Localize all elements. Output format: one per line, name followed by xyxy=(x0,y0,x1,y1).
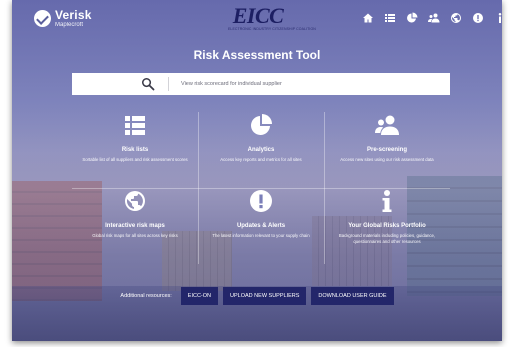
tile-analytics[interactable]: Analytics Access key reports and metrics… xyxy=(198,112,324,188)
checkmark-icon xyxy=(34,10,51,27)
info-icon[interactable] xyxy=(492,10,502,26)
search-input[interactable] xyxy=(181,81,401,87)
brand-tagline: ELECTRONIC INDUSTRY CITIZENSHIP COALITIO… xyxy=(228,27,316,31)
globe-icon[interactable] xyxy=(448,10,464,26)
brand-name: EICC xyxy=(232,3,284,28)
tile-risk-lists[interactable]: Risk lists Sortable list of all supplier… xyxy=(72,112,198,188)
eicc-on-button[interactable]: EICC-ON xyxy=(180,287,219,305)
verisk-logo[interactable]: Verisk Maplecroft xyxy=(34,9,92,28)
globe-icon xyxy=(72,188,198,214)
users-icon xyxy=(324,112,450,138)
resources-label: Additional resources: xyxy=(120,293,172,299)
top-nav xyxy=(360,10,502,26)
users-icon[interactable] xyxy=(426,10,442,26)
search-bar[interactable] xyxy=(72,73,450,95)
tile-description: Access new sites using our risk assessme… xyxy=(340,157,434,162)
additional-resources: Additional resources: EICC-ON UPLOAD NEW… xyxy=(12,287,502,305)
page-title: Risk Assessment Tool xyxy=(193,48,321,62)
logo-name: Verisk xyxy=(55,8,92,22)
tile-description: Access key reports and metrics for all s… xyxy=(220,157,302,162)
home-icon[interactable] xyxy=(360,10,376,26)
tile-title: Your Global Risks Portfolio xyxy=(348,223,426,229)
list-icon[interactable] xyxy=(382,10,398,26)
tile-title: Risk lists xyxy=(121,147,149,153)
pie-chart-icon xyxy=(198,112,324,138)
download-user-guide-button[interactable]: DOWNLOAD USER GUIDE xyxy=(311,287,394,305)
tile-interactive-risk-maps[interactable]: Interactive risk maps Global risk maps f… xyxy=(72,188,198,264)
alert-icon xyxy=(198,188,324,214)
tile-description: Background materials including policies,… xyxy=(338,233,436,244)
info-icon xyxy=(324,188,450,214)
pie-chart-icon[interactable] xyxy=(404,10,420,26)
tile-pre-screening[interactable]: Pre-screening Access new sites using our… xyxy=(324,112,450,188)
tile-title: Updates & Alerts xyxy=(236,223,286,229)
tile-title: Pre-screening xyxy=(366,147,408,153)
tile-updates-alerts[interactable]: Updates & Alerts The latest information … xyxy=(198,188,324,264)
search-icon[interactable] xyxy=(132,73,164,95)
eicc-logo[interactable]: EICC ELECTRONIC INDUSTRY CITIZENSHIP COA… xyxy=(228,3,316,32)
alert-icon[interactable] xyxy=(470,10,486,26)
upload-new-suppliers-button[interactable]: UPLOAD NEW SUPPLIERS xyxy=(223,287,307,305)
tile-description: Global risk maps for all sites across ke… xyxy=(92,233,178,238)
tile-title: Analytics xyxy=(247,147,275,153)
tile-description: Sortable list of all suppliers and risk … xyxy=(82,157,188,162)
tile-description: The latest information relevant to your … xyxy=(212,233,310,238)
logo-sub: Maplecroft xyxy=(55,22,84,28)
search-divider xyxy=(168,77,169,91)
top-bar: Verisk Maplecroft EICC ELECTRONIC INDUST… xyxy=(12,0,502,36)
tile-global-risks-portfolio[interactable]: Your Global Risks Portfolio Background m… xyxy=(324,188,450,264)
tile-title: Interactive risk maps xyxy=(105,223,165,229)
list-icon xyxy=(72,112,198,138)
app-window: Verisk Maplecroft EICC ELECTRONIC INDUST… xyxy=(12,0,502,341)
